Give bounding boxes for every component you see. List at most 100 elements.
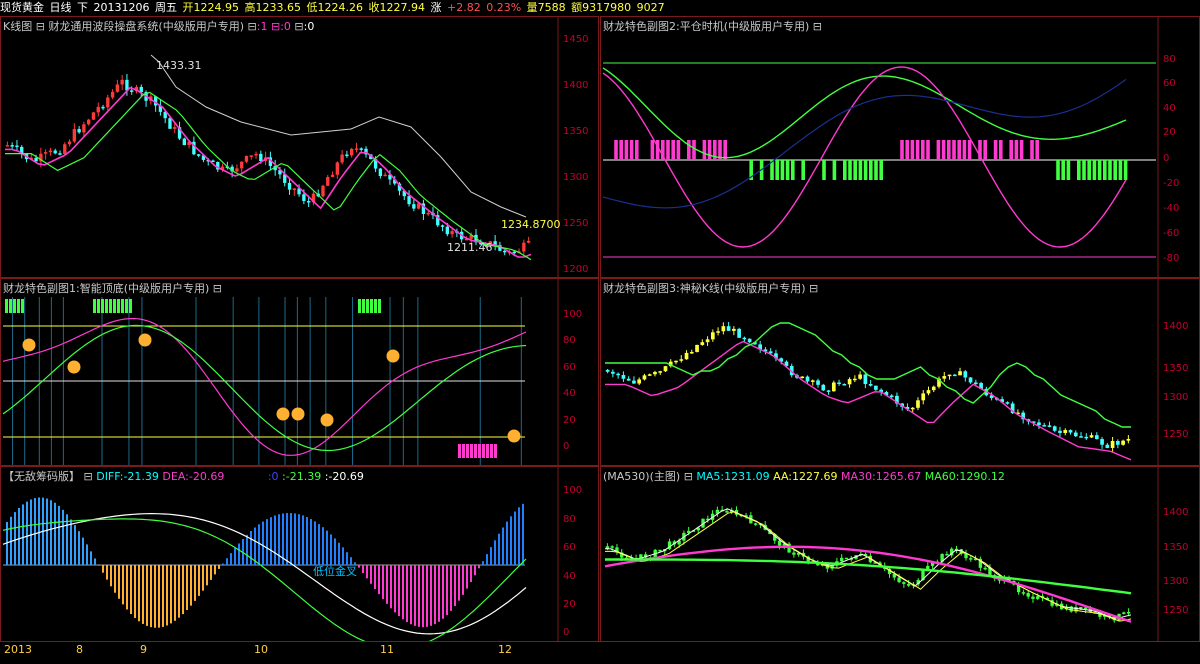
signal-bar-down [1123,160,1128,180]
candle [302,194,306,201]
ma-candle [1126,612,1131,614]
ma-candle [983,567,987,570]
ma-candle [844,557,849,560]
mystery-candle [931,386,936,391]
top-signal-bar [378,299,381,313]
top-signal-bar [113,299,116,313]
signal-bar-down [1113,160,1117,180]
sub1-axis-100: 100 [563,309,583,320]
candle [96,106,100,113]
mystery-candle [926,390,931,394]
top-signal-bar [5,299,8,313]
candle [350,148,354,156]
sub3-axis-1350: 1350 [1163,363,1189,374]
signal-bar-up [905,140,909,160]
signal-bar-down [869,160,873,180]
mystery-candle [1089,435,1094,438]
mystery-candle [858,374,862,379]
bottom-signal-bar [470,444,473,458]
mystery-candle [853,378,857,381]
sub3-chart[interactable] [601,279,1199,465]
top-signal-bar [358,299,361,313]
ma-axis-1400: 1400 [1163,507,1189,518]
candle [440,225,445,227]
mystery-candle [874,385,878,390]
signal-bar-up [671,140,675,160]
mystery-candle [1073,432,1078,437]
mystery-candle [653,371,657,375]
mystery-candle [747,338,752,343]
candle [345,154,349,157]
direction-label: 下 [77,1,88,14]
signal-bar-down [1087,160,1091,180]
high-value: 高1233.65 [244,1,302,14]
kline-chart[interactable] [1,17,598,277]
date-label-oct: 10 [254,643,268,656]
sub1-panel[interactable]: 财龙特色副图1:智能顶底(中级版用户专用) ⊟ 100 80 60 40 20 … [0,278,599,466]
sub1-axis-20: 20 [563,415,576,426]
kline-panel[interactable]: K线图 ⊟ 财龙通用波段操盘系统(中级版用户专用) ⊟:1 ⊟:0 ⊟:0 14… [0,16,599,278]
ma-candle [1036,596,1040,599]
mystery-candle [1058,430,1062,433]
smiley-icon [507,429,521,443]
bottom-signal-bar [474,444,477,458]
sub2-panel[interactable]: 财龙特色副图2:平仓时机(中级版用户专用) ⊟ 80 60 40 20 0 -2… [600,16,1200,278]
ma-panel[interactable]: (MA530)(主图) ⊟ MA5:1231.09 AA:1227.69 MA3… [600,466,1200,642]
top-signal-bar [374,299,377,313]
kdj-line [2,317,527,456]
ma-chart[interactable] [601,467,1199,641]
candle [139,86,143,93]
sub1-chart[interactable] [1,279,598,465]
signal-bar-down [1103,160,1107,180]
kline-axis-1350: 1350 [563,126,589,137]
top-signal-bar [97,299,100,313]
signal-bar-up [921,140,925,160]
candle [306,200,311,203]
macd-panel[interactable]: 【无敌筹码版】 ⊟ DIFF:-21.39 DEA:-20.69 :0 :-21… [0,466,599,642]
mystery-candle [831,382,836,392]
candle [321,185,325,197]
macd-axis-40: 40 [563,571,576,582]
mystery-candle [674,360,678,363]
signal-bar-up [936,140,941,160]
smiley-icon [320,413,334,427]
period-label[interactable]: 日线 [50,1,72,14]
top-signal-bar [121,299,124,313]
mystery-candle [732,328,736,331]
macd-axis-20: 20 [563,599,576,610]
candle [168,118,172,129]
low-annotation: 1211.46 [447,241,493,254]
candle [67,141,72,145]
mystery-candle [684,352,689,360]
signal-bar-up [635,140,639,160]
candle [130,90,134,92]
candle [326,176,330,186]
mystery-candle [1079,436,1083,438]
signal-bar-up [1014,140,1019,160]
mystery-candle [1084,436,1089,439]
candle [412,204,416,209]
ma-candle [792,552,796,555]
signal-bar-down [848,160,852,180]
candle [48,150,53,153]
signal-bar-down [780,160,785,180]
signal-bar-down [853,160,857,180]
signal-bar-down [775,160,779,180]
sub1-axis-40: 40 [563,388,576,399]
mystery-candle [1100,439,1104,445]
date-label-nov: 11 [380,643,394,656]
volume-value: 量7588 [526,1,566,14]
low-value: 低1224.26 [306,1,364,14]
sub2-axis-m80: -80 [1163,253,1180,264]
ma-candle [969,558,973,560]
mystery-candle [737,328,741,338]
sub2-chart[interactable] [601,17,1199,277]
ma-candle [945,554,949,556]
signal-bar-up [952,140,956,160]
top-signal-bar [370,299,373,313]
ma-candle [906,583,911,586]
instrument-name[interactable]: 现货黄金 [0,1,44,14]
mystery-candle [642,375,647,380]
sub3-panel[interactable]: 财龙特色副图3:神秘K线(中级版用户专用) ⊟ 1400 1350 1300 1… [600,278,1200,466]
macd-chart[interactable] [1,467,598,641]
